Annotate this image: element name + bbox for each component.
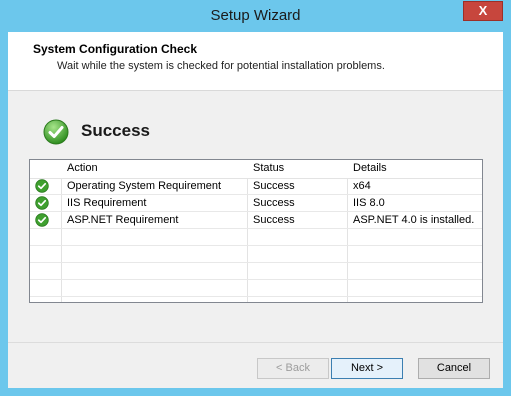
table-row[interactable]: IIS Requirement Success IIS 8.0 — [30, 195, 482, 212]
empty-row — [30, 263, 482, 280]
back-button[interactable]: < Back — [257, 358, 329, 379]
column-header-status[interactable]: Status — [253, 162, 284, 174]
cancel-button[interactable]: Cancel — [418, 358, 490, 379]
close-button[interactable]: X — [463, 1, 503, 21]
row-action: IIS Requirement — [67, 197, 147, 209]
row-status: Success — [253, 180, 295, 192]
results-table: Action Status Details Operating System R… — [29, 159, 483, 303]
empty-row — [30, 229, 482, 246]
row-status: Success — [253, 214, 295, 226]
row-details: IIS 8.0 — [353, 197, 385, 209]
page-title: System Configuration Check — [33, 42, 198, 56]
empty-row — [30, 280, 482, 297]
row-status: Success — [253, 197, 295, 209]
table-header: Action Status Details — [30, 160, 482, 179]
check-icon — [35, 179, 49, 193]
window-title: Setup Wizard — [210, 7, 301, 24]
title-bar[interactable]: Setup Wizard X — [0, 0, 511, 32]
table-row[interactable]: ASP.NET Requirement Success ASP.NET 4.0 … — [30, 212, 482, 229]
row-action: Operating System Requirement — [67, 180, 222, 192]
column-header-action[interactable]: Action — [67, 162, 98, 174]
empty-row — [30, 246, 482, 263]
wizard-header: System Configuration Check Wait while th… — [8, 32, 503, 91]
column-header-details[interactable]: Details — [353, 162, 387, 174]
table-row[interactable]: Operating System Requirement Success x64 — [30, 178, 482, 195]
wizard-body: System Configuration Check Wait while th… — [8, 32, 503, 388]
row-details: x64 — [353, 180, 371, 192]
row-details: ASP.NET 4.0 is installed. — [353, 214, 475, 226]
next-button[interactable]: Next > — [331, 358, 403, 379]
footer-divider — [8, 342, 503, 343]
result-status: Success — [81, 121, 150, 140]
row-action: ASP.NET Requirement — [67, 214, 179, 226]
check-icon — [35, 213, 49, 227]
check-icon — [35, 196, 49, 210]
setup-wizard-window: Setup Wizard X System Configuration Chec… — [0, 0, 511, 396]
check-circle-icon — [43, 119, 69, 145]
page-subtitle: Wait while the system is checked for pot… — [57, 60, 385, 72]
